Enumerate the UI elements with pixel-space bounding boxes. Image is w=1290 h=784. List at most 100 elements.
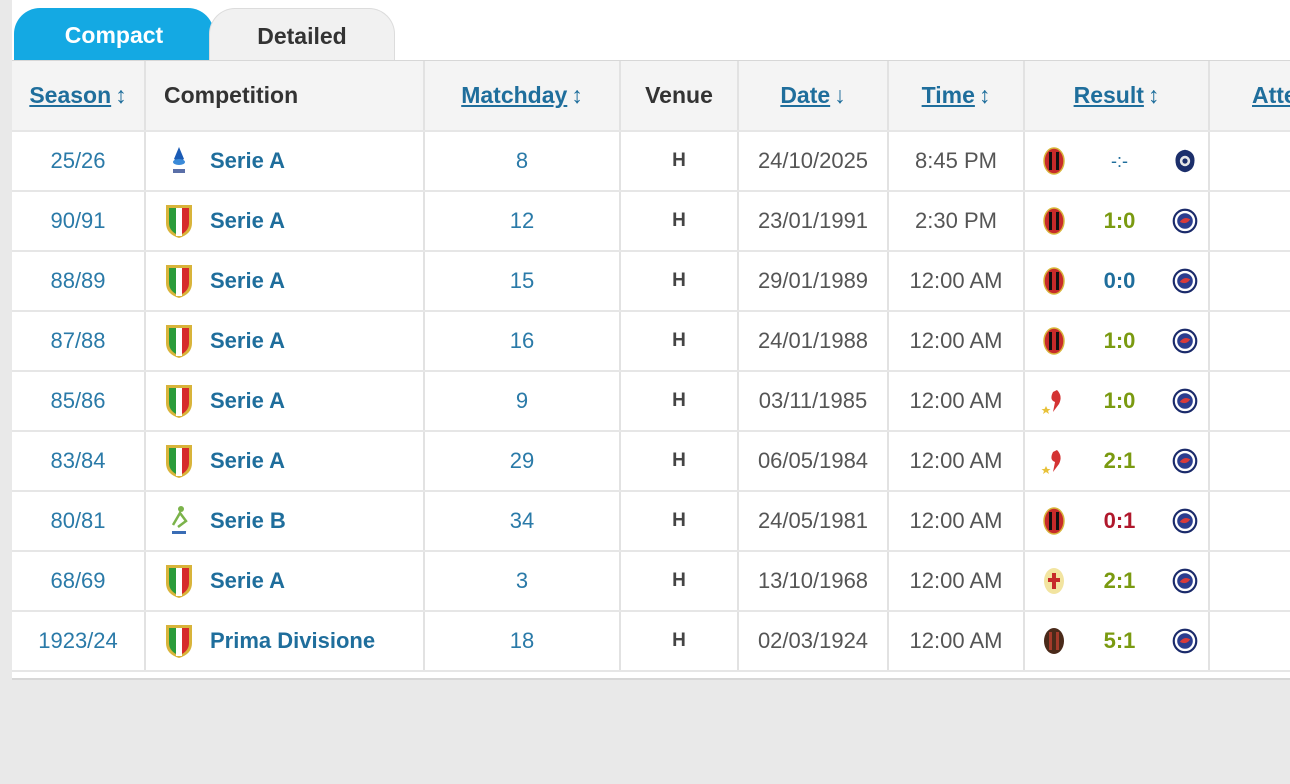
- matchday-link[interactable]: 29: [510, 448, 534, 473]
- matchday-cell[interactable]: 9: [424, 371, 621, 432]
- competition-link[interactable]: Serie A: [210, 388, 285, 414]
- tab-compact[interactable]: Compact: [14, 8, 214, 62]
- match-result-link[interactable]: 0:1: [1104, 508, 1136, 534]
- matchday-link[interactable]: 18: [510, 628, 534, 653]
- tab-detailed[interactable]: Detailed: [209, 8, 395, 63]
- season-link[interactable]: 88/89: [50, 268, 105, 293]
- devil-crest-icon[interactable]: [1041, 386, 1067, 416]
- season-link[interactable]: 87/88: [50, 328, 105, 353]
- match-result-link[interactable]: -:-: [1111, 151, 1128, 172]
- competition-cell[interactable]: Serie B: [145, 491, 425, 552]
- opponent-crest-icon[interactable]: [1172, 386, 1198, 416]
- result-column-header[interactable]: Result ↕: [1024, 61, 1210, 132]
- date-sort-link[interactable]: Date: [780, 82, 830, 108]
- old-milan-crest-icon[interactable]: [1041, 626, 1067, 656]
- time-sort-link[interactable]: Time: [922, 82, 975, 108]
- opponent-crest-icon[interactable]: [1172, 266, 1198, 296]
- competition-link[interactable]: Serie A: [210, 448, 285, 474]
- matchday-sort-link[interactable]: Matchday: [461, 82, 567, 108]
- matchday-link[interactable]: 12: [510, 208, 534, 233]
- opponent-crest-icon[interactable]: [1172, 206, 1198, 236]
- matchday-link[interactable]: 16: [510, 328, 534, 353]
- season-link[interactable]: 85/86: [50, 388, 105, 413]
- opponent-crest-icon[interactable]: [1172, 446, 1198, 476]
- tab-compact-label: Compact: [64, 21, 164, 48]
- attendance-cell: [1209, 551, 1290, 612]
- matchday-link[interactable]: 15: [510, 268, 534, 293]
- matchday-cell[interactable]: 3: [424, 551, 621, 612]
- matchday-cell[interactable]: 34: [424, 491, 621, 552]
- competition-cell[interactable]: Serie A: [145, 551, 425, 612]
- season-link[interactable]: 25/26: [50, 148, 105, 173]
- matchday-cell[interactable]: 29: [424, 431, 621, 492]
- season-column-header[interactable]: Season ↕: [12, 61, 146, 132]
- opponent-crest-icon[interactable]: [1172, 326, 1198, 356]
- time-cell: 12:00 AM: [888, 611, 1025, 672]
- competition-cell[interactable]: Serie A: [145, 251, 425, 312]
- ac-milan-crest-icon[interactable]: [1041, 506, 1067, 536]
- season-cell[interactable]: 88/89: [12, 251, 146, 312]
- competition-link[interactable]: Serie A: [210, 568, 285, 594]
- milan-cross-crest-icon[interactable]: [1041, 566, 1067, 596]
- season-link[interactable]: 83/84: [50, 448, 105, 473]
- season-sort-link[interactable]: Season: [29, 82, 111, 108]
- matchday-link[interactable]: 8: [516, 148, 528, 173]
- competition-cell[interactable]: Serie A: [145, 131, 425, 192]
- opponent-crest-icon[interactable]: [1172, 566, 1198, 596]
- date-cell: 06/05/1984: [738, 431, 889, 492]
- date-column-header[interactable]: Date ↓: [738, 61, 889, 132]
- match-result-link[interactable]: 0:0: [1104, 268, 1136, 294]
- competition-cell[interactable]: Prima Divisione: [145, 611, 425, 672]
- competition-link[interactable]: Serie A: [210, 208, 285, 234]
- season-cell[interactable]: 80/81: [12, 491, 146, 552]
- competition-link[interactable]: Serie A: [210, 148, 285, 174]
- match-result-link[interactable]: 1:0: [1104, 328, 1136, 354]
- competition-link[interactable]: Serie A: [210, 328, 285, 354]
- season-link[interactable]: 68/69: [50, 568, 105, 593]
- matchday-cell[interactable]: 12: [424, 191, 621, 252]
- season-link[interactable]: 80/81: [50, 508, 105, 533]
- sort-icon: ↕: [571, 82, 583, 108]
- devil-crest-icon[interactable]: [1041, 446, 1067, 476]
- opponent-crest-icon[interactable]: [1172, 626, 1198, 656]
- ac-milan-crest-icon[interactable]: [1041, 206, 1067, 236]
- competition-link[interactable]: Serie A: [210, 268, 285, 294]
- season-link[interactable]: 1923/24: [38, 628, 118, 653]
- ac-milan-crest-icon[interactable]: [1041, 326, 1067, 356]
- season-cell[interactable]: 87/88: [12, 311, 146, 372]
- opponent-crest-icon[interactable]: [1172, 506, 1198, 536]
- season-cell[interactable]: 1923/24: [12, 611, 146, 672]
- matchday-column-header[interactable]: Matchday ↕: [424, 61, 621, 132]
- attendance-column-header[interactable]: Attendance: [1209, 61, 1290, 132]
- time-column-header[interactable]: Time ↕: [888, 61, 1025, 132]
- season-cell[interactable]: 83/84: [12, 431, 146, 492]
- matchday-link[interactable]: 34: [510, 508, 534, 533]
- season-cell[interactable]: 68/69: [12, 551, 146, 612]
- matchday-cell[interactable]: 8: [424, 131, 621, 192]
- season-cell[interactable]: 25/26: [12, 131, 146, 192]
- competition-cell[interactable]: Serie A: [145, 371, 425, 432]
- result-sort-link[interactable]: Result: [1074, 82, 1144, 108]
- match-result-link[interactable]: 2:1: [1104, 568, 1136, 594]
- competition-cell[interactable]: Serie A: [145, 311, 425, 372]
- ac-milan-crest-icon[interactable]: [1041, 266, 1067, 296]
- competition-cell[interactable]: Serie A: [145, 191, 425, 252]
- matchday-link[interactable]: 3: [516, 568, 528, 593]
- match-result-link[interactable]: 5:1: [1104, 628, 1136, 654]
- matchday-cell[interactable]: 15: [424, 251, 621, 312]
- attendance-sort-link[interactable]: Attendance: [1252, 82, 1290, 108]
- season-cell[interactable]: 85/86: [12, 371, 146, 432]
- competition-cell[interactable]: Serie A: [145, 431, 425, 492]
- match-result-link[interactable]: 1:0: [1104, 208, 1136, 234]
- match-result-link[interactable]: 2:1: [1104, 448, 1136, 474]
- competition-link[interactable]: Prima Divisione: [210, 628, 375, 654]
- match-result-link[interactable]: 1:0: [1104, 388, 1136, 414]
- competition-link[interactable]: Serie B: [210, 508, 286, 534]
- season-link[interactable]: 90/91: [50, 208, 105, 233]
- ac-milan-crest-icon[interactable]: [1041, 146, 1067, 176]
- matchday-cell[interactable]: 18: [424, 611, 621, 672]
- matchday-cell[interactable]: 16: [424, 311, 621, 372]
- opponent-crest-icon[interactable]: [1172, 146, 1198, 176]
- season-cell[interactable]: 90/91: [12, 191, 146, 252]
- matchday-link[interactable]: 9: [516, 388, 528, 413]
